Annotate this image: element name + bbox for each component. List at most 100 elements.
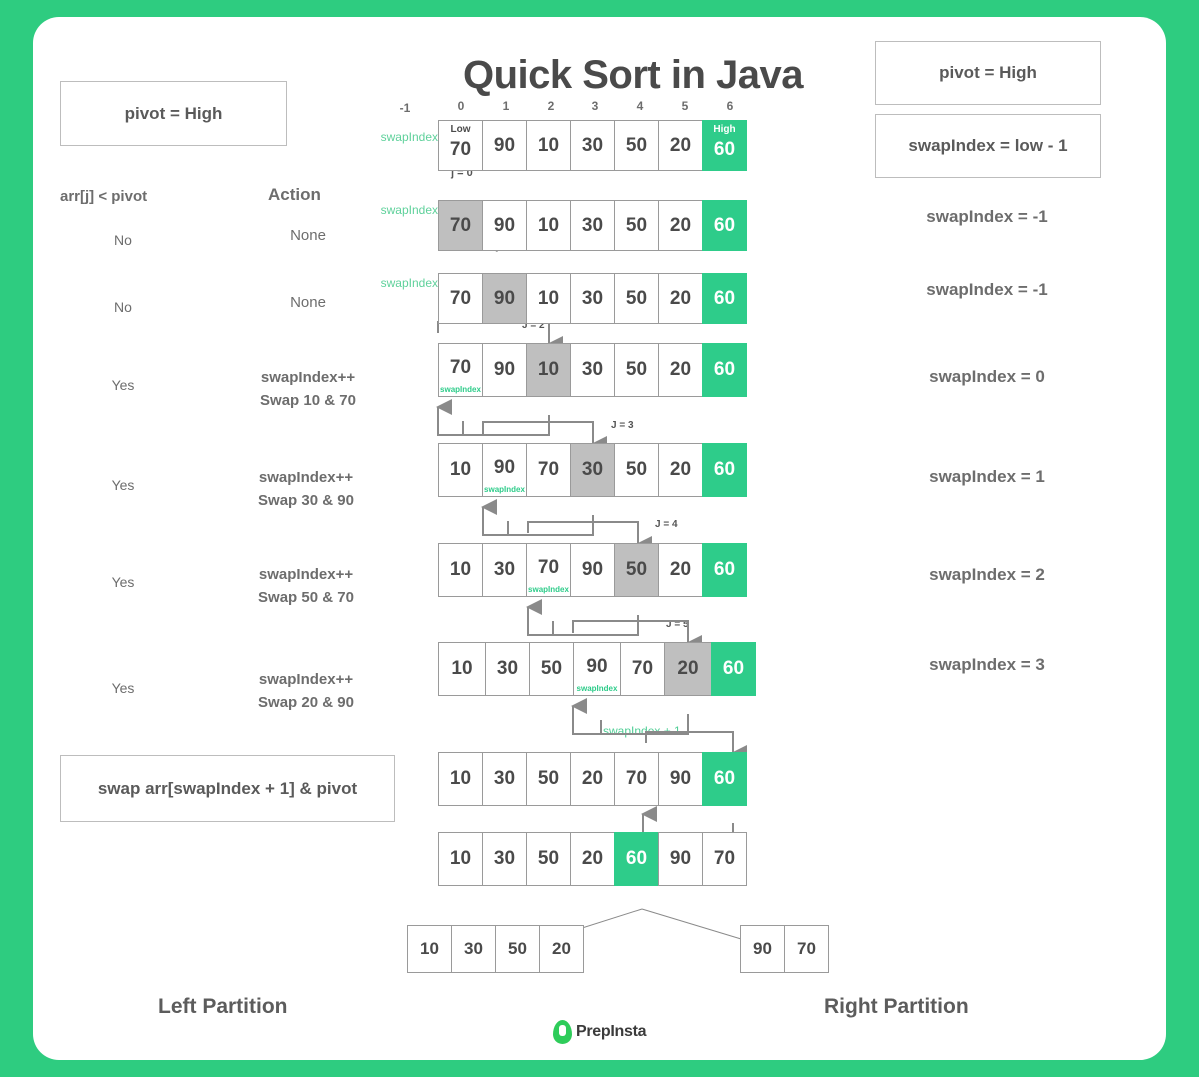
array-cell[interactable]: Low 70	[438, 120, 483, 171]
array-cell[interactable]: 50	[614, 343, 659, 397]
array-cell[interactable]: 70	[526, 443, 571, 497]
array-cell[interactable]: 10	[526, 200, 571, 251]
array-cell[interactable]: 70	[438, 273, 483, 324]
cell-value: 30	[581, 287, 604, 309]
action-value-2-line1: swapIndex++	[260, 369, 356, 386]
array-cell-pivot[interactable]: 60	[702, 200, 747, 251]
array-cell[interactable]: 30	[570, 343, 615, 397]
array-cell[interactable]: 20	[658, 120, 703, 171]
cell-value: 30	[493, 768, 516, 789]
array-cell-current[interactable]: 10	[526, 343, 571, 397]
array-cell[interactable]: 70	[614, 752, 659, 806]
array-cell[interactable]: 50	[614, 273, 659, 324]
cell-value: 50	[540, 658, 563, 679]
array-cell[interactable]: 30	[570, 273, 615, 324]
cell-value: 70	[713, 848, 736, 869]
array-cell[interactable]: 50	[614, 443, 659, 497]
right-partition-array: 90 70	[740, 925, 829, 973]
array-cell[interactable]: 90	[570, 543, 615, 597]
array-cell[interactable]: 90	[482, 120, 527, 171]
array-cell-pivot-final[interactable]: 60	[614, 832, 659, 886]
cell-value: 50	[537, 768, 560, 789]
array-cell[interactable]: 10	[438, 642, 486, 696]
array-cell[interactable]: 70	[702, 832, 747, 886]
array-cell[interactable]: 20	[658, 273, 703, 324]
array-row-3: 70 swapIndex 90 10 30 50 20 60	[438, 343, 747, 397]
array-cell-current[interactable]: 20	[664, 642, 712, 696]
index-2: 2	[547, 99, 555, 113]
array-cell[interactable]: 50	[529, 642, 574, 696]
j-label-row6: J = 5	[666, 619, 689, 630]
array-cell-pivot[interactable]: 60	[702, 343, 747, 397]
cell-value: 70	[631, 658, 654, 679]
cell-value: 50	[625, 459, 648, 480]
cell-value: 20	[669, 459, 692, 480]
array-cell[interactable]: 20	[539, 925, 584, 973]
array-cell[interactable]: 10	[526, 120, 571, 171]
array-cell-swapindex[interactable]: 90 swapIndex	[482, 443, 527, 497]
array-cell[interactable]: 30	[482, 752, 527, 806]
array-cell[interactable]: 10	[438, 443, 483, 497]
array-cell[interactable]: 20	[658, 543, 703, 597]
array-cell[interactable]: 10	[526, 273, 571, 324]
cell-value: 60	[713, 459, 736, 480]
cell-value: 10	[449, 559, 472, 580]
array-cell[interactable]: 50	[495, 925, 540, 973]
array-cell[interactable]: 70	[620, 642, 665, 696]
array-cell-swapindex[interactable]: 70 swapIndex	[526, 543, 571, 597]
cell-value: 60	[625, 848, 648, 869]
array-cell[interactable]: 10	[438, 832, 483, 886]
array-cell-swapindex[interactable]: 90 swapIndex	[573, 642, 621, 696]
array-cell[interactable]: 20	[658, 443, 703, 497]
array-cell[interactable]: 20	[570, 832, 615, 886]
array-cell-pivot[interactable]: 60	[702, 443, 747, 497]
array-cell-current[interactable]: 70	[438, 200, 483, 251]
array-cell[interactable]: 50	[614, 200, 659, 251]
array-cell[interactable]: 10	[438, 543, 483, 597]
array-cell-current[interactable]: 30	[570, 443, 615, 497]
array-cell[interactable]: 70	[784, 925, 829, 973]
right-swapindex-value-5: swapIndex = 3	[929, 655, 1045, 674]
array-cell[interactable]: 30	[482, 832, 527, 886]
array-cell[interactable]: 30	[570, 200, 615, 251]
array-cell[interactable]: 10	[407, 925, 452, 973]
array-cell[interactable]: 30	[485, 642, 530, 696]
array-cell[interactable]: 20	[570, 752, 615, 806]
array-cell[interactable]: 30	[570, 120, 615, 171]
array-cell-pivot[interactable]: 60	[702, 543, 747, 597]
action-value-2-line2: Swap 10 & 70	[260, 392, 356, 409]
array-cell[interactable]: 50	[614, 120, 659, 171]
array-cell[interactable]: 90	[482, 343, 527, 397]
j-label-row4: J = 3	[611, 420, 634, 431]
right-swapindex-value-4: swapIndex = 2	[929, 565, 1045, 584]
array-cell[interactable]: 10	[438, 752, 483, 806]
cell-value: 20	[669, 559, 692, 580]
array-cell-pivot[interactable]: High 60	[702, 120, 747, 171]
array-cell-swapindex[interactable]: 70 swapIndex	[438, 343, 483, 397]
array-cell[interactable]: 50	[526, 832, 571, 886]
array-cell-pivot[interactable]: 60	[711, 642, 756, 696]
array-cell[interactable]: 30	[482, 543, 527, 597]
array-cell-pivot[interactable]: 60	[702, 752, 747, 806]
array-cell[interactable]: 50	[526, 752, 571, 806]
array-cell[interactable]: 30	[451, 925, 496, 973]
cell-value: 20	[669, 359, 692, 380]
array-cell[interactable]: 20	[658, 343, 703, 397]
cell-value: 20	[669, 287, 692, 309]
action-value-3-line1: swapIndex++	[258, 469, 354, 486]
array-cell[interactable]: 90	[482, 200, 527, 251]
j-label-row5: J = 4	[655, 519, 678, 530]
cell-value: 30	[581, 134, 604, 156]
cell-value: 50	[537, 848, 560, 869]
cell-value: 30	[496, 658, 519, 679]
array-cell-current[interactable]: 50	[614, 543, 659, 597]
action-value-4-line2: Swap 50 & 70	[258, 589, 354, 606]
array-cell-pivot[interactable]: 60	[702, 273, 747, 324]
condition-value-1: No	[114, 299, 132, 315]
array-cell[interactable]: 90	[740, 925, 785, 973]
array-cell-current[interactable]: 90	[482, 273, 527, 324]
array-cell[interactable]: 90	[658, 752, 703, 806]
cell-value: 90	[493, 359, 516, 380]
array-cell[interactable]: 90	[658, 832, 703, 886]
array-cell[interactable]: 20	[658, 200, 703, 251]
